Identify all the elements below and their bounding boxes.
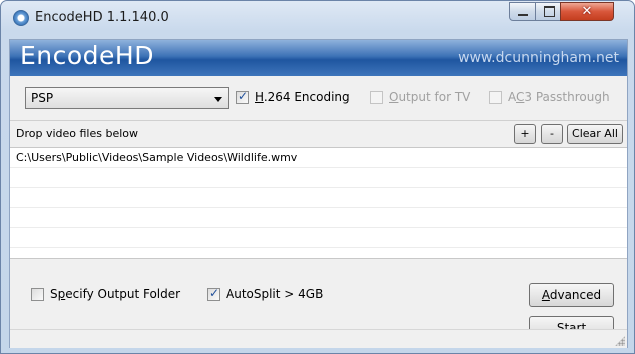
advanced-mnemonic: A bbox=[541, 288, 550, 302]
clear-all-button[interactable]: Clear All bbox=[567, 124, 623, 144]
device-select-value: PSP bbox=[31, 91, 54, 105]
remove-file-button[interactable]: - bbox=[541, 124, 563, 144]
h264-label-text: .264 Encoding bbox=[263, 90, 350, 104]
maximize-icon bbox=[544, 6, 555, 17]
ac3-label[interactable]: AC3 Passthrough bbox=[508, 90, 610, 104]
ac3-label-pre: A bbox=[508, 90, 516, 104]
specify-folder-label-pre: S bbox=[50, 287, 58, 301]
drop-header: Drop video files below + - Clear All bbox=[10, 121, 627, 148]
banner: EncodeHD www.dcunningham.net bbox=[10, 40, 627, 76]
close-button[interactable]: ✕ bbox=[560, 2, 614, 21]
banner-app-name: EncodeHD bbox=[20, 41, 154, 70]
status-bar bbox=[10, 329, 627, 348]
drop-instructions: Drop video files below bbox=[16, 127, 139, 140]
autosplit-label[interactable]: AutoSplit > 4GB bbox=[226, 287, 323, 301]
specify-output-folder-label[interactable]: Specify Output Folder bbox=[50, 287, 180, 301]
file-path: C:\Users\Public\Videos\Sample Videos\Wil… bbox=[16, 151, 298, 164]
close-icon: ✕ bbox=[581, 4, 593, 19]
advanced-label-text: dvanced bbox=[549, 288, 602, 302]
banner-url[interactable]: www.dcunningham.net bbox=[458, 50, 619, 66]
chevron-down-icon bbox=[214, 97, 222, 102]
output-tv-label-text: utput for TV bbox=[398, 90, 471, 104]
app-window: EncodeHD 1.1.140.0 ✕ EncodeHD www.dcunni… bbox=[0, 0, 635, 354]
h264-label[interactable]: H.264 Encoding bbox=[255, 90, 350, 104]
list-item-empty bbox=[10, 168, 627, 188]
autosplit-checkbox[interactable] bbox=[207, 286, 220, 301]
specify-output-folder-checkbox[interactable] bbox=[31, 288, 44, 301]
h264-checkbox[interactable] bbox=[236, 89, 249, 104]
list-item[interactable]: C:\Users\Public\Videos\Sample Videos\Wil… bbox=[10, 148, 627, 168]
app-icon bbox=[13, 10, 29, 26]
list-item-empty bbox=[10, 208, 627, 228]
window-title: EncodeHD 1.1.140.0 bbox=[35, 10, 169, 25]
h264-mnemonic: H bbox=[255, 90, 264, 104]
client-area: EncodeHD www.dcunningham.net PSP H.264 E… bbox=[9, 39, 628, 348]
advanced-button[interactable]: Advanced bbox=[529, 283, 614, 307]
output-tv-checkbox[interactable] bbox=[370, 91, 383, 104]
title-bar[interactable]: EncodeHD 1.1.140.0 ✕ bbox=[1, 1, 634, 39]
minimize-button[interactable] bbox=[509, 2, 536, 21]
ac3-checkbox[interactable] bbox=[489, 91, 502, 104]
bottom-panel: Specify Output Folder AutoSplit > 4GB Ad… bbox=[10, 258, 627, 340]
list-item-empty bbox=[10, 228, 627, 248]
device-select[interactable]: PSP bbox=[25, 87, 229, 109]
ac3-label-text: 3 Passthrough bbox=[524, 90, 610, 104]
specify-folder-label-text: ecify Output Folder bbox=[65, 287, 181, 301]
maximize-button[interactable] bbox=[535, 2, 561, 21]
output-tv-label[interactable]: Output for TV bbox=[389, 90, 470, 104]
file-list[interactable]: C:\Users\Public\Videos\Sample Videos\Wil… bbox=[10, 148, 627, 258]
add-file-button[interactable]: + bbox=[514, 124, 536, 144]
list-item-empty bbox=[10, 188, 627, 208]
resize-grip-icon[interactable] bbox=[615, 336, 625, 346]
options-bar: PSP H.264 Encoding Output for TV AC3 Pas… bbox=[10, 76, 627, 121]
minimize-icon bbox=[518, 14, 528, 16]
